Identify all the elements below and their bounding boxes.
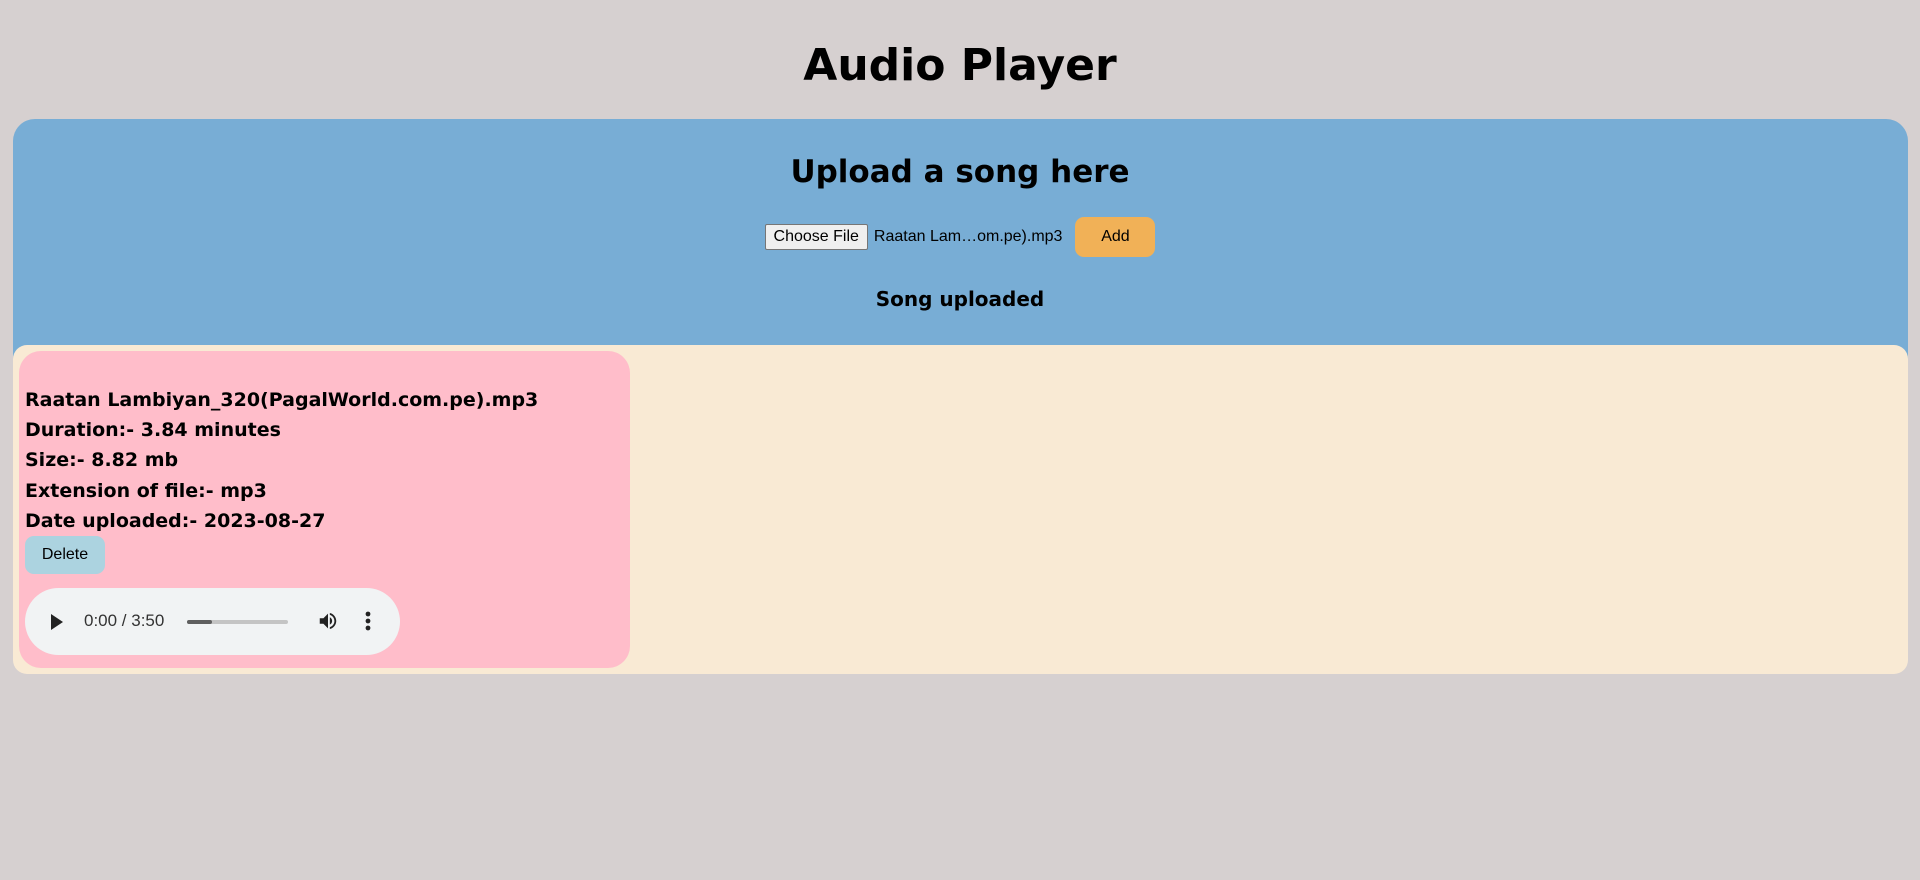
upload-status: Song uploaded [875,287,1045,311]
progress-slider[interactable] [187,620,288,624]
volume-icon[interactable] [317,610,339,632]
song-size: Size:- 8.82 mb [25,449,179,471]
song-date-uploaded: Date uploaded:- 2023-08-27 [25,510,326,532]
delete-button[interactable]: Delete [25,536,105,574]
file-upload-row: Choose File Raatan Lam…om.pe).mp3 Add [0,217,1920,257]
selected-file-name: Raatan Lam…om.pe).mp3 [873,228,1063,245]
upload-heading: Upload a song here [790,154,1130,190]
audio-player: 0:00 / 3:50 [25,588,400,655]
song-extension: Extension of file:- mp3 [25,480,267,502]
song-name: Raatan Lambiyan_320(PagalWorld.com.pe).m… [25,389,539,411]
progress-fill [187,620,213,624]
page-title: Audio Player [803,40,1117,91]
song-duration: Duration:- 3.84 minutes [25,419,281,441]
more-vertical-icon[interactable] [364,610,372,632]
play-icon[interactable] [51,614,63,630]
choose-file-button[interactable]: Choose File [764,224,868,250]
time-display: 0:00 / 3:50 [84,611,165,630]
add-button[interactable]: Add [1075,217,1156,257]
